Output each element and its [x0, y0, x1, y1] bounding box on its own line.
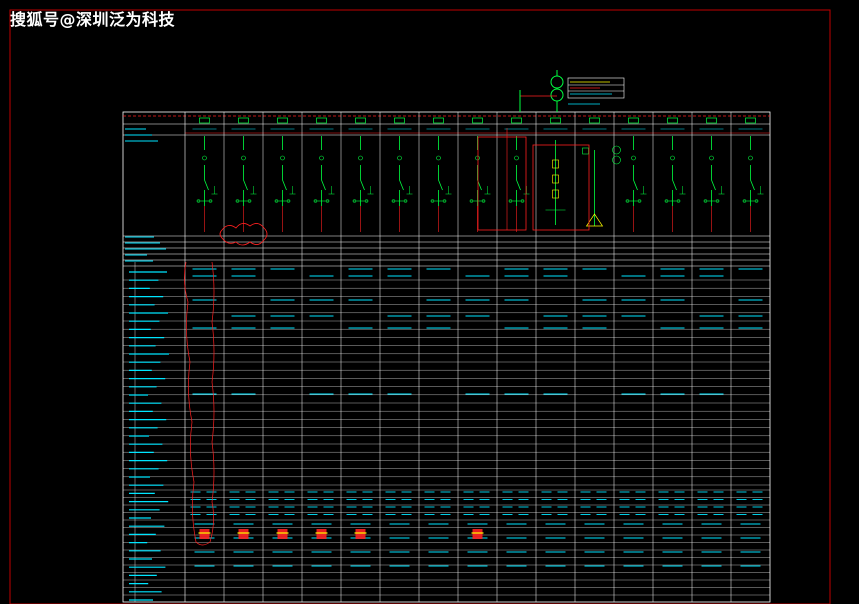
- panel-tag: [277, 117, 288, 124]
- panel-tag: [394, 117, 405, 124]
- ct-icon: [202, 155, 207, 161]
- status-marker: [199, 529, 210, 539]
- table-frame: [122, 111, 771, 603]
- ct-icon: [631, 155, 636, 161]
- breaker-icon: [672, 179, 677, 191]
- breaker-icon: [282, 179, 287, 191]
- breaker-icon: [204, 179, 209, 191]
- panel-tag: [199, 117, 210, 124]
- meter-icon: [612, 145, 621, 155]
- ct-icon: [319, 155, 324, 161]
- panel-tag: [433, 117, 444, 124]
- panel-tag: [511, 117, 522, 124]
- breaker-icon: [711, 179, 716, 191]
- status-marker: [316, 529, 327, 539]
- panel-tag: [355, 117, 366, 124]
- ct-icon: [670, 155, 675, 161]
- breaker-icon: [750, 179, 755, 191]
- ct-icon: [280, 155, 285, 161]
- ct-icon: [748, 155, 753, 161]
- panel-tag: [550, 117, 561, 124]
- switchgear-single-line-diagram: [9, 9, 831, 604]
- breaker-icon: [633, 179, 638, 191]
- meter-icon: [582, 147, 589, 155]
- status-marker: [277, 529, 288, 539]
- panel-tag: [628, 117, 639, 124]
- breaker-icon: [243, 179, 248, 191]
- breaker-icon: [438, 179, 443, 191]
- status-marker: [238, 529, 249, 539]
- ct-icon: [241, 155, 246, 161]
- breaker-icon: [321, 179, 326, 191]
- ct-icon: [475, 155, 480, 161]
- panel-tag: [589, 117, 600, 124]
- panel-dividers: [134, 112, 732, 602]
- panel-tag: [745, 117, 756, 124]
- panel-tag: [472, 117, 483, 124]
- ct-icon: [397, 155, 402, 161]
- ct-icon: [436, 155, 441, 161]
- panel-tag: [316, 117, 327, 124]
- panel-tag: [706, 117, 717, 124]
- feeder-box-2: [532, 144, 590, 231]
- breaker-icon: [399, 179, 404, 191]
- meter-icon: [612, 155, 621, 165]
- status-marker: [355, 529, 366, 539]
- breaker-icon: [516, 179, 521, 191]
- transformer-icon: [519, 70, 564, 112]
- feeder-box-1: [477, 136, 527, 231]
- panel-tag: [667, 117, 678, 124]
- table-cells: [190, 268, 763, 567]
- ct-icon: [358, 155, 363, 161]
- status-marker: [472, 529, 483, 539]
- transformer-label-box: [567, 77, 625, 105]
- panel-tag: [238, 117, 249, 124]
- ct-icon: [709, 155, 714, 161]
- ct-icon: [514, 155, 519, 161]
- row-labels: [125, 128, 169, 601]
- breaker-icon: [360, 179, 365, 191]
